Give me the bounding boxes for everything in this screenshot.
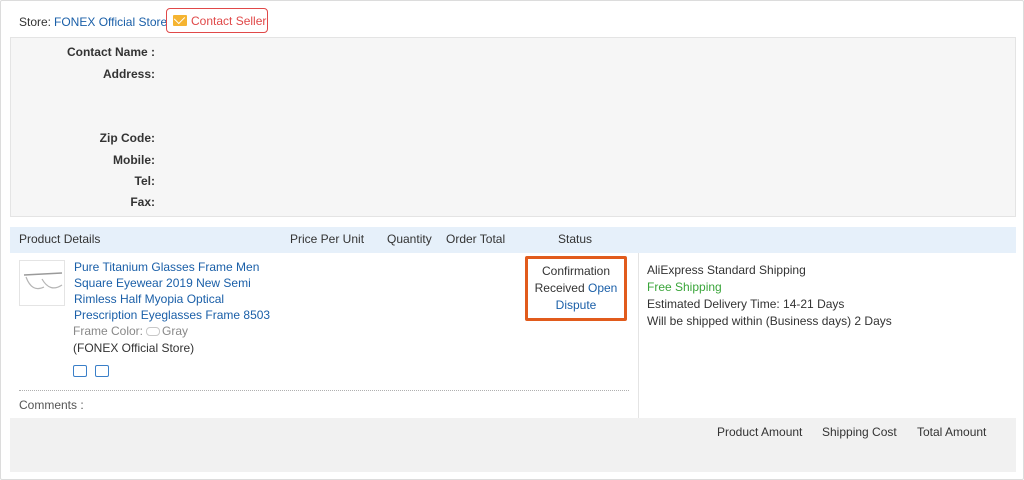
store-prefix: Store: (19, 15, 52, 29)
shipping-info: AliExpress Standard Shipping Free Shippi… (647, 262, 892, 330)
tel-label: Tel: (134, 174, 155, 188)
open-dispute-link-cont[interactable]: Dispute (528, 297, 624, 314)
product-title-line: Square Eyewear 2019 New Semi (74, 276, 251, 290)
product-title-line: Pure Titanium Glasses Frame Men (74, 260, 260, 274)
product-amount-label: Product Amount (717, 425, 803, 439)
status-received: Received (534, 281, 585, 295)
product-attribute: Frame Color: Gray (73, 324, 188, 338)
mobile-label: Mobile: (113, 153, 155, 167)
store-bar: Store: FONEX Official Store (19, 13, 167, 31)
product-store-name: (FONEX Official Store) (73, 341, 195, 355)
comments-divider (19, 390, 629, 391)
order-table-header: Product Details Price Per Unit Quantity … (10, 227, 1016, 253)
address-label: Address: (102, 67, 155, 81)
snapshot-icon[interactable] (73, 365, 87, 377)
comments-label: Comments : (19, 398, 84, 412)
header-price-per-unit: Price Per Unit (290, 232, 365, 246)
contact-seller-button[interactable]: Contact Seller (166, 8, 268, 33)
header-quantity: Quantity (387, 232, 432, 246)
product-thumbnail[interactable] (19, 260, 65, 306)
fax-label: Fax: (130, 195, 155, 209)
glasses-icon (23, 272, 63, 290)
contact-seller-label: Contact Seller (191, 13, 267, 28)
header-product-details: Product Details (19, 232, 101, 246)
ship-within: Will be shipped within (Business days) 2… (647, 314, 892, 328)
shipping-address-box (10, 37, 1016, 217)
attribute-label: Frame Color: (73, 324, 144, 338)
mail-icon (173, 15, 187, 26)
product-title-line: Rimless Half Myopia Optical (74, 292, 225, 306)
open-dispute-link[interactable]: Open (588, 281, 617, 295)
estimated-delivery: Estimated Delivery Time: 14-21 Days (647, 297, 845, 311)
total-amount-label: Total Amount (917, 425, 987, 439)
store-name-link[interactable]: FONEX Official Store (54, 15, 167, 29)
order-totals-footer: Product Amount Shipping Cost Total Amoun… (10, 418, 1016, 472)
detail-icon[interactable] (95, 365, 109, 377)
color-swatch-icon (146, 326, 161, 336)
attribute-value: Gray (162, 324, 189, 338)
header-status: Status (558, 232, 593, 246)
order-detail-panel: Store: FONEX Official Store Contact Sell… (0, 0, 1024, 480)
order-status-box: Confirmation Received Open Dispute (525, 256, 627, 321)
zip-code-label: Zip Code: (99, 131, 155, 145)
status-confirmation: Confirmation (541, 264, 611, 278)
header-order-total: Order Total (446, 232, 506, 246)
shipping-method: AliExpress Standard Shipping (647, 263, 806, 277)
shipping-cost-label: Shipping Cost (822, 425, 897, 439)
contact-name-label: Contact Name : (66, 45, 155, 59)
product-title-link[interactable]: Pure Titanium Glasses Frame Men Square E… (74, 259, 279, 323)
free-shipping-label: Free Shipping (647, 280, 722, 294)
column-divider (638, 253, 639, 419)
product-title-line: Prescription Eyeglasses Frame 8503 (74, 308, 271, 322)
product-action-icons (73, 365, 109, 377)
